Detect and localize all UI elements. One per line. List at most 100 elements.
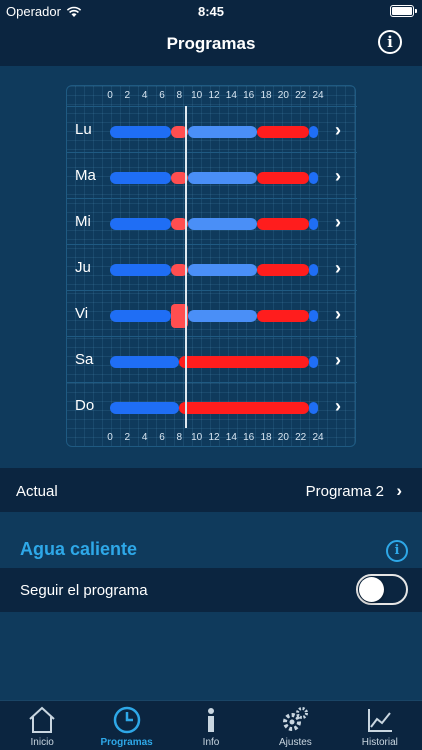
day-label: Do [75,397,95,414]
tab-inicio[interactable]: Inicio [0,701,84,750]
current-program-label: Actual [16,483,58,500]
day-program-bar [110,402,318,414]
day-row-sa[interactable]: Sa › [67,336,357,382]
weekly-schedule-grid: 0 2 4 6 8 10 12 14 16 18 20 22 24 0 2 4 6 8 10 12 14 16 18 20 2… [66,85,357,447]
program-segment [257,264,310,276]
hour-tick-label: 18 [260,90,272,101]
tab-label: Programas [100,737,153,748]
program-segment [309,264,318,276]
day-label: Ma [75,167,96,184]
clock-icon [113,706,140,734]
page-title: Programas [166,34,256,53]
tab-label: Inicio [30,737,54,748]
chevron-right-icon: › [335,120,341,140]
hour-tick-label: 2 [124,90,131,101]
hour-tick-label: 6 [159,90,165,101]
hour-axis-bottom: 0 2 4 6 8 10 12 14 16 18 20 22 24 [67,432,355,446]
chevron-right-icon: › [335,304,341,324]
program-segment [110,264,171,276]
day-row-lu[interactable]: Lu › [67,106,357,152]
tab-info[interactable]: Info [169,701,253,750]
hour-tick-label: 6 [159,432,165,443]
day-program-bar [110,126,318,138]
hour-tick-label: 18 [260,432,272,443]
chevron-right-icon: › [335,350,341,370]
chevron-right-icon: › [335,212,341,232]
current-program-row[interactable]: Actual Programa 2 › [0,468,422,512]
program-segment [309,218,318,230]
program-segment [179,402,310,414]
clock-time: 8:45 [197,4,225,19]
hour-tick-label: 10 [191,432,203,443]
chevron-right-icon: › [335,166,341,186]
chevron-right-icon: › [335,396,341,416]
program-segment [110,356,180,368]
battery-icon [390,5,417,17]
tab-label: Info [202,737,220,748]
day-label: Sa [75,351,94,368]
day-program-bar [110,264,318,276]
tab-label: Historial [361,737,398,748]
hot-water-title: Agua caliente [20,539,138,559]
hour-tick-label: 0 [107,432,113,443]
hour-tick-label: 8 [176,432,183,443]
program-segment [110,218,171,230]
program-segment [257,310,310,322]
info-icon[interactable]: i [378,30,402,54]
hour-tick-label: 4 [141,90,148,101]
hour-tick-label: 2 [124,432,131,443]
hour-tick-label: 14 [225,432,237,443]
program-segment [309,126,318,138]
program-segment [179,356,310,368]
hour-tick-label: 22 [295,432,307,443]
tab-historial[interactable]: Historial [338,701,422,750]
program-segment [257,172,310,184]
program-segment [110,402,180,414]
day-row-ma[interactable]: Ma › [67,152,357,198]
hour-tick-label: 12 [208,90,220,101]
tab-programas[interactable]: Programas [84,701,168,750]
program-segment [309,402,318,414]
chevron-right-icon: › [335,258,341,278]
hour-tick-label: 24 [312,90,324,101]
program-segment [309,310,318,322]
hour-tick-label: 10 [191,90,203,101]
program-segment [188,126,258,138]
tab-ajustes[interactable]: Ajustes [253,701,337,750]
day-label: Ju [75,259,91,276]
hour-tick-label: 20 [277,90,289,101]
program-segment [110,310,171,322]
day-row-ju[interactable]: Ju › [67,244,357,290]
hour-tick-label: 12 [208,432,220,443]
day-row-mi[interactable]: Mi › [67,198,357,244]
program-segment [188,172,258,184]
program-segment [110,126,171,138]
program-segment [257,218,310,230]
hour-tick-label: 20 [277,432,289,443]
hour-tick-label: 14 [225,90,237,101]
hour-tick-label: 8 [176,90,183,101]
hour-tick-label: 22 [295,90,307,101]
program-segment [188,264,258,276]
hour-tick-label: 24 [312,432,324,443]
program-segment [188,218,258,230]
follow-program-toggle[interactable] [356,574,408,605]
follow-program-row: Seguir el programa [0,568,422,612]
day-program-bar [110,172,318,184]
chart-icon [367,709,392,732]
hour-tick-label: 4 [141,432,148,443]
hot-water-info-icon[interactable]: i [386,540,408,562]
day-label: Vi [75,305,89,322]
status-bar: Operador 8:45 [0,0,422,22]
current-program-value: Programa 2 [305,483,384,500]
day-program-bar [110,356,318,368]
follow-program-label: Seguir el programa [20,582,148,599]
program-segment [309,356,318,368]
day-row-do[interactable]: Do › [67,382,357,428]
tab-bar: Inicio Programas Info Ajustes Historial [0,700,422,750]
day-label: Lu [75,121,92,138]
gears-icon [283,707,309,731]
current-time-line [185,106,188,428]
chevron-right-icon: › [396,481,402,500]
day-row-vi[interactable]: Vi › [67,290,357,336]
